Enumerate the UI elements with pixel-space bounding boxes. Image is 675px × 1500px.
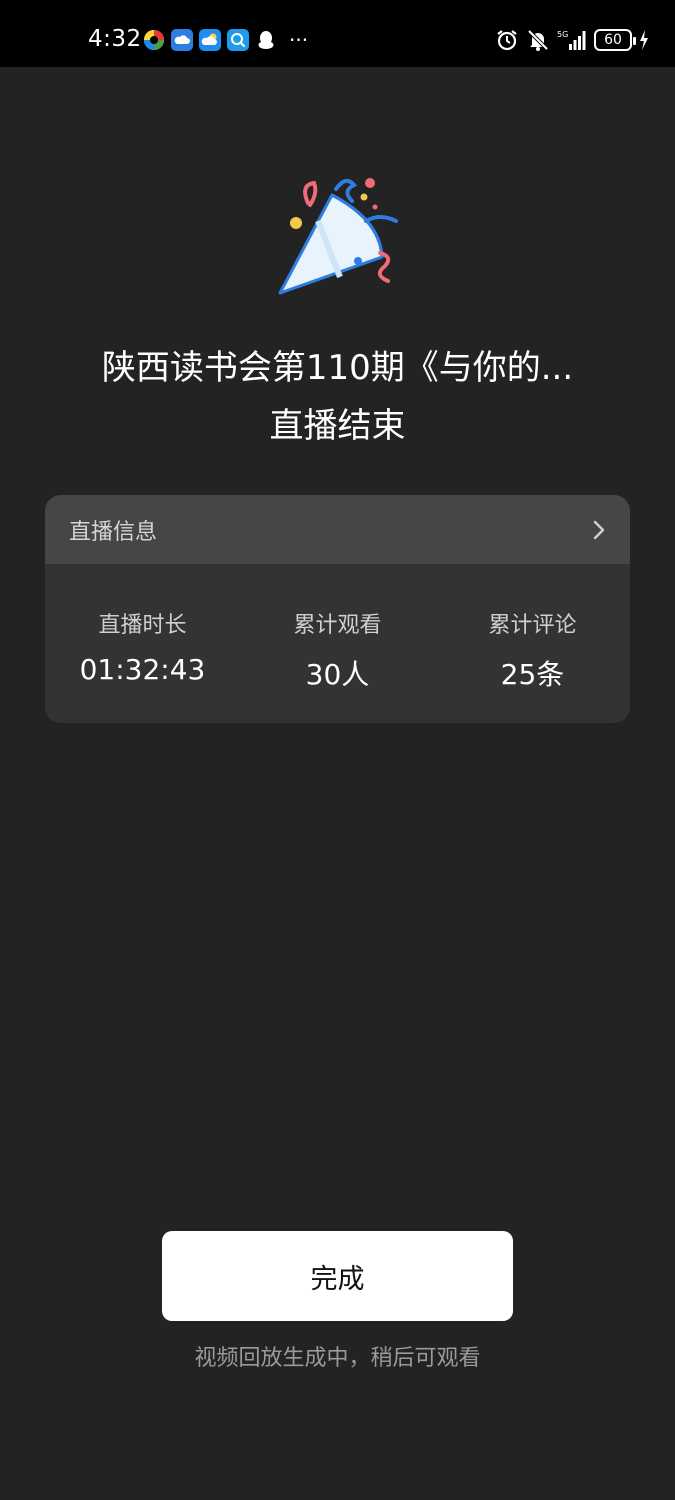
qq-icon [258, 31, 274, 49]
battery-icon: 60 [594, 29, 636, 51]
status-bar: 4:32 ··· 5G 60 [0, 0, 675, 67]
search-app-icon [227, 29, 249, 51]
more-notifications-icon: ··· [289, 28, 309, 52]
stat-value: 30人 [305, 658, 370, 691]
stat-label: 累计评论 [488, 613, 577, 638]
charging-icon [640, 30, 648, 50]
alarm-icon [497, 30, 517, 51]
stat-label: 累计观看 [293, 613, 382, 638]
live-info-card: 直播信息 直播时长 01:32:43 累计观看 30人 累计评论 25条 [45, 495, 630, 723]
stat-comments: 累计评论 25条 [435, 564, 630, 723]
live-stats: 直播时长 01:32:43 累计观看 30人 累计评论 25条 [45, 564, 630, 723]
replay-hint: 视频回放生成中，稍后可观看 [194, 1346, 481, 1371]
stat-label: 直播时长 [98, 613, 187, 638]
live-info-title: 直播信息 [69, 519, 158, 545]
stat-views: 累计观看 30人 [240, 564, 435, 723]
live-ended-label: 直播结束 [269, 406, 406, 446]
battery-level: 60 [604, 32, 622, 48]
chevron-right-icon [593, 520, 605, 539]
live-info-header[interactable]: 直播信息 [45, 495, 630, 564]
app-icon [144, 30, 164, 50]
stat-duration: 直播时长 01:32:43 [45, 564, 240, 723]
svg-text:5G: 5G [557, 30, 568, 39]
signal-5g-icon: 5G [557, 30, 586, 50]
system-icons: 5G 60 [495, 28, 649, 52]
stat-value: 25条 [500, 658, 565, 691]
done-button[interactable]: 完成 [162, 1231, 513, 1321]
live-title: 陕西读书会第110期《与你的... [101, 348, 574, 388]
mute-icon [527, 29, 549, 51]
status-time: 4:32 [88, 26, 142, 52]
party-popper-icon [278, 178, 398, 295]
weather-icon [199, 29, 221, 51]
notification-icons: ··· [143, 29, 308, 51]
cloud-icon [171, 29, 193, 51]
stat-value: 01:32:43 [79, 653, 206, 686]
